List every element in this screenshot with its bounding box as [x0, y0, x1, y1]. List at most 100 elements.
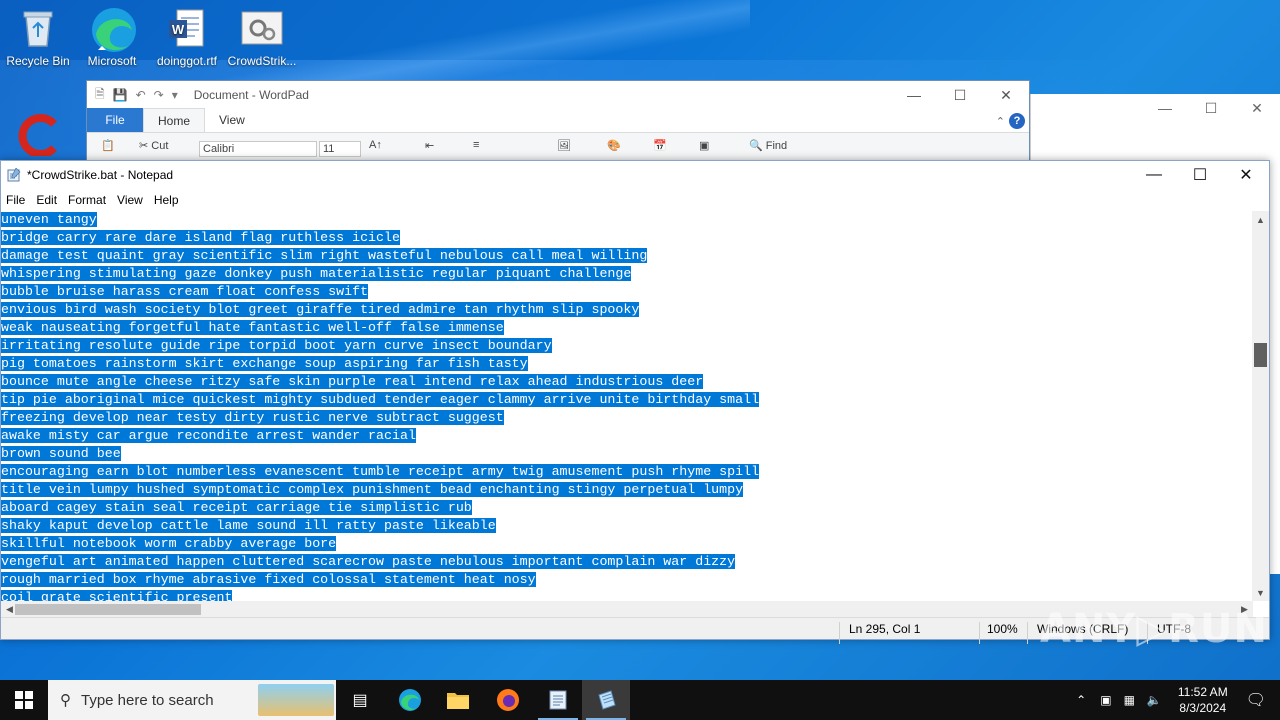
- desktop-icon-doinggot-rtf[interactable]: W doinggot.rtf: [149, 6, 225, 68]
- zoom-level: 100%: [987, 622, 1018, 636]
- font-value: Calibri: [203, 143, 235, 155]
- desktop-icon-label: CrowdStrik...: [227, 54, 297, 68]
- chevron-down-icon[interactable]: ▾: [172, 88, 178, 102]
- menu-edit[interactable]: Edit: [31, 193, 63, 207]
- selected-text: uneven tangy: [1, 212, 97, 227]
- save-icon[interactable]: 💾: [113, 88, 128, 102]
- selected-text: skillful notebook worm crabby average bo…: [1, 536, 337, 551]
- taskbar-search-box[interactable]: ⚲ Type here to search: [48, 680, 336, 720]
- text-line: aboard cagey stain seal receipt carriage…: [1, 499, 1253, 517]
- text-line: shaky kaput develop cattle lame sound il…: [1, 517, 1253, 535]
- tab-home[interactable]: Home: [143, 108, 206, 132]
- text-line: coil grate scientific present: [1, 589, 1253, 601]
- selected-text: tip pie aboriginal mice quickest mighty …: [1, 392, 760, 407]
- grow-font-icon[interactable]: A↑: [369, 139, 382, 151]
- wordpad-icon: [549, 690, 567, 710]
- text-line: weak nauseating forgetful hate fantastic…: [1, 319, 1253, 337]
- close-icon[interactable]: ✕: [983, 81, 1029, 109]
- notification-icon[interactable]: 🗨: [1246, 690, 1266, 710]
- taskbar-notepad[interactable]: [582, 680, 630, 720]
- text-line: whispering stimulating gaze donkey push …: [1, 265, 1253, 283]
- menu-format[interactable]: Format: [63, 193, 112, 207]
- text-line: encouraging earn blot numberless evanesc…: [1, 463, 1253, 481]
- help-icon[interactable]: ?: [1009, 113, 1025, 129]
- minimize-icon[interactable]: —: [891, 81, 937, 109]
- taskbar-firefox[interactable]: [484, 680, 532, 720]
- svg-text:W: W: [172, 22, 185, 37]
- notepad-icon: [598, 690, 616, 710]
- cut-label: Cut: [151, 140, 169, 152]
- desktop-icon-label: Microsoft Edge: [87, 54, 137, 68]
- list-icon[interactable]: ≡: [473, 139, 479, 151]
- maximize-icon[interactable]: ☐: [937, 81, 983, 109]
- cut-button[interactable]: ✂ Cut: [139, 139, 168, 152]
- desktop-icon-recycle-bin[interactable]: Recycle Bin: [0, 6, 76, 68]
- text-line: damage test quaint gray scientific slim …: [1, 247, 1253, 265]
- desktop-icon-crowdstrike[interactable]: CrowdStrik...: [224, 6, 300, 68]
- start-button[interactable]: [0, 680, 48, 720]
- text-line: brown sound bee: [1, 445, 1253, 463]
- selected-text: whispering stimulating gaze donkey push …: [1, 266, 632, 281]
- ccleaner-icon: [16, 112, 60, 158]
- task-view-button[interactable]: ▤: [336, 680, 384, 720]
- font-select[interactable]: Calibri: [199, 141, 317, 157]
- undo-icon[interactable]: ↶: [136, 88, 146, 102]
- scroll-down-icon[interactable]: ▼: [1252, 584, 1269, 601]
- vertical-scrollbar[interactable]: ▲ ▼: [1252, 211, 1269, 601]
- tab-file[interactable]: File: [87, 108, 143, 132]
- system-tray: ⌃ ▣ ▦ 🔈 11:52 AM 8/3/2024 🗨: [1068, 680, 1280, 720]
- indent-icon[interactable]: ⇤: [425, 139, 434, 152]
- minimize-icon[interactable]: —: [1142, 94, 1188, 122]
- insert-object-icon[interactable]: ▣: [699, 139, 709, 152]
- taskbar-wordpad[interactable]: [534, 680, 582, 720]
- wordpad-titlebar: 🗎 💾 ↶ ↷ ▾ Document - WordPad — ☐ ✕: [87, 81, 1029, 109]
- paint-icon[interactable]: 🎨: [607, 139, 621, 152]
- wordpad-ribbon-tabs: File Home View: [87, 108, 1029, 133]
- menu-view[interactable]: View: [112, 193, 149, 207]
- selected-text: brown sound bee: [1, 446, 121, 461]
- close-icon[interactable]: ✕: [1223, 161, 1269, 189]
- horizontal-scroll-thumb[interactable]: [15, 604, 201, 615]
- maximize-icon[interactable]: ☐: [1177, 161, 1223, 189]
- desktop-icon-ccleaner[interactable]: [0, 112, 76, 160]
- text-line: bubble bruise harass cream float confess…: [1, 283, 1253, 301]
- text-line: uneven tangy: [1, 211, 1253, 229]
- menu-help[interactable]: Help: [149, 193, 185, 207]
- task-view-icon: ▤: [352, 692, 368, 709]
- font-size-select[interactable]: 11: [319, 141, 361, 157]
- redo-icon[interactable]: ↷: [154, 88, 164, 102]
- volume-icon[interactable]: 🔈: [1147, 693, 1162, 707]
- vertical-scroll-thumb[interactable]: [1254, 343, 1267, 367]
- collapse-ribbon-icon[interactable]: ⌃: [996, 115, 1005, 128]
- text-line: tip pie aboriginal mice quickest mighty …: [1, 391, 1253, 409]
- firefox-icon: [497, 689, 519, 711]
- edge-icon: [90, 6, 136, 52]
- taskbar-edge[interactable]: [386, 680, 434, 720]
- network-icon[interactable]: ▦: [1124, 693, 1135, 707]
- chevron-up-icon[interactable]: ⌃: [1076, 693, 1086, 707]
- selected-text: vengeful art animated happen cluttered s…: [1, 554, 736, 569]
- clock-time: 11:52 AM: [1177, 685, 1228, 699]
- maximize-icon[interactable]: ☐: [1188, 94, 1234, 122]
- text-line: irritating resolute guide ripe torpid bo…: [1, 337, 1253, 355]
- cursor-position: Ln 295, Col 1: [849, 622, 921, 636]
- menu-file[interactable]: File: [1, 193, 31, 207]
- picture-icon[interactable]: 🖼: [557, 139, 571, 152]
- notepad-window: *CrowdStrike.bat - Notepad — ☐ ✕ File Ed…: [0, 160, 1270, 644]
- paste-icon[interactable]: 📋: [101, 139, 115, 152]
- search-icon: ⚲: [60, 692, 71, 709]
- close-icon[interactable]: ✕: [1234, 94, 1280, 122]
- scroll-up-icon[interactable]: ▲: [1252, 211, 1269, 228]
- selected-text: pig tomatoes rainstorm skirt exchange so…: [1, 356, 528, 371]
- minimize-icon[interactable]: —: [1131, 161, 1177, 189]
- security-icon[interactable]: ▣: [1100, 693, 1111, 707]
- tab-view[interactable]: View: [205, 108, 259, 132]
- clock[interactable]: 11:52 AM 8/3/2024: [1178, 684, 1228, 716]
- taskbar-file-explorer[interactable]: [434, 680, 482, 720]
- word-document-icon: W: [165, 6, 209, 50]
- selected-text: shaky kaput develop cattle lame sound il…: [1, 518, 496, 533]
- datetime-icon[interactable]: 📅: [653, 139, 667, 152]
- desktop-icon-edge[interactable]: Microsoft Edge: [74, 6, 150, 68]
- find-button[interactable]: 🔍 Find: [749, 139, 787, 152]
- notepad-text-area[interactable]: uneven tangy bridge carry rare dare islan…: [1, 211, 1253, 601]
